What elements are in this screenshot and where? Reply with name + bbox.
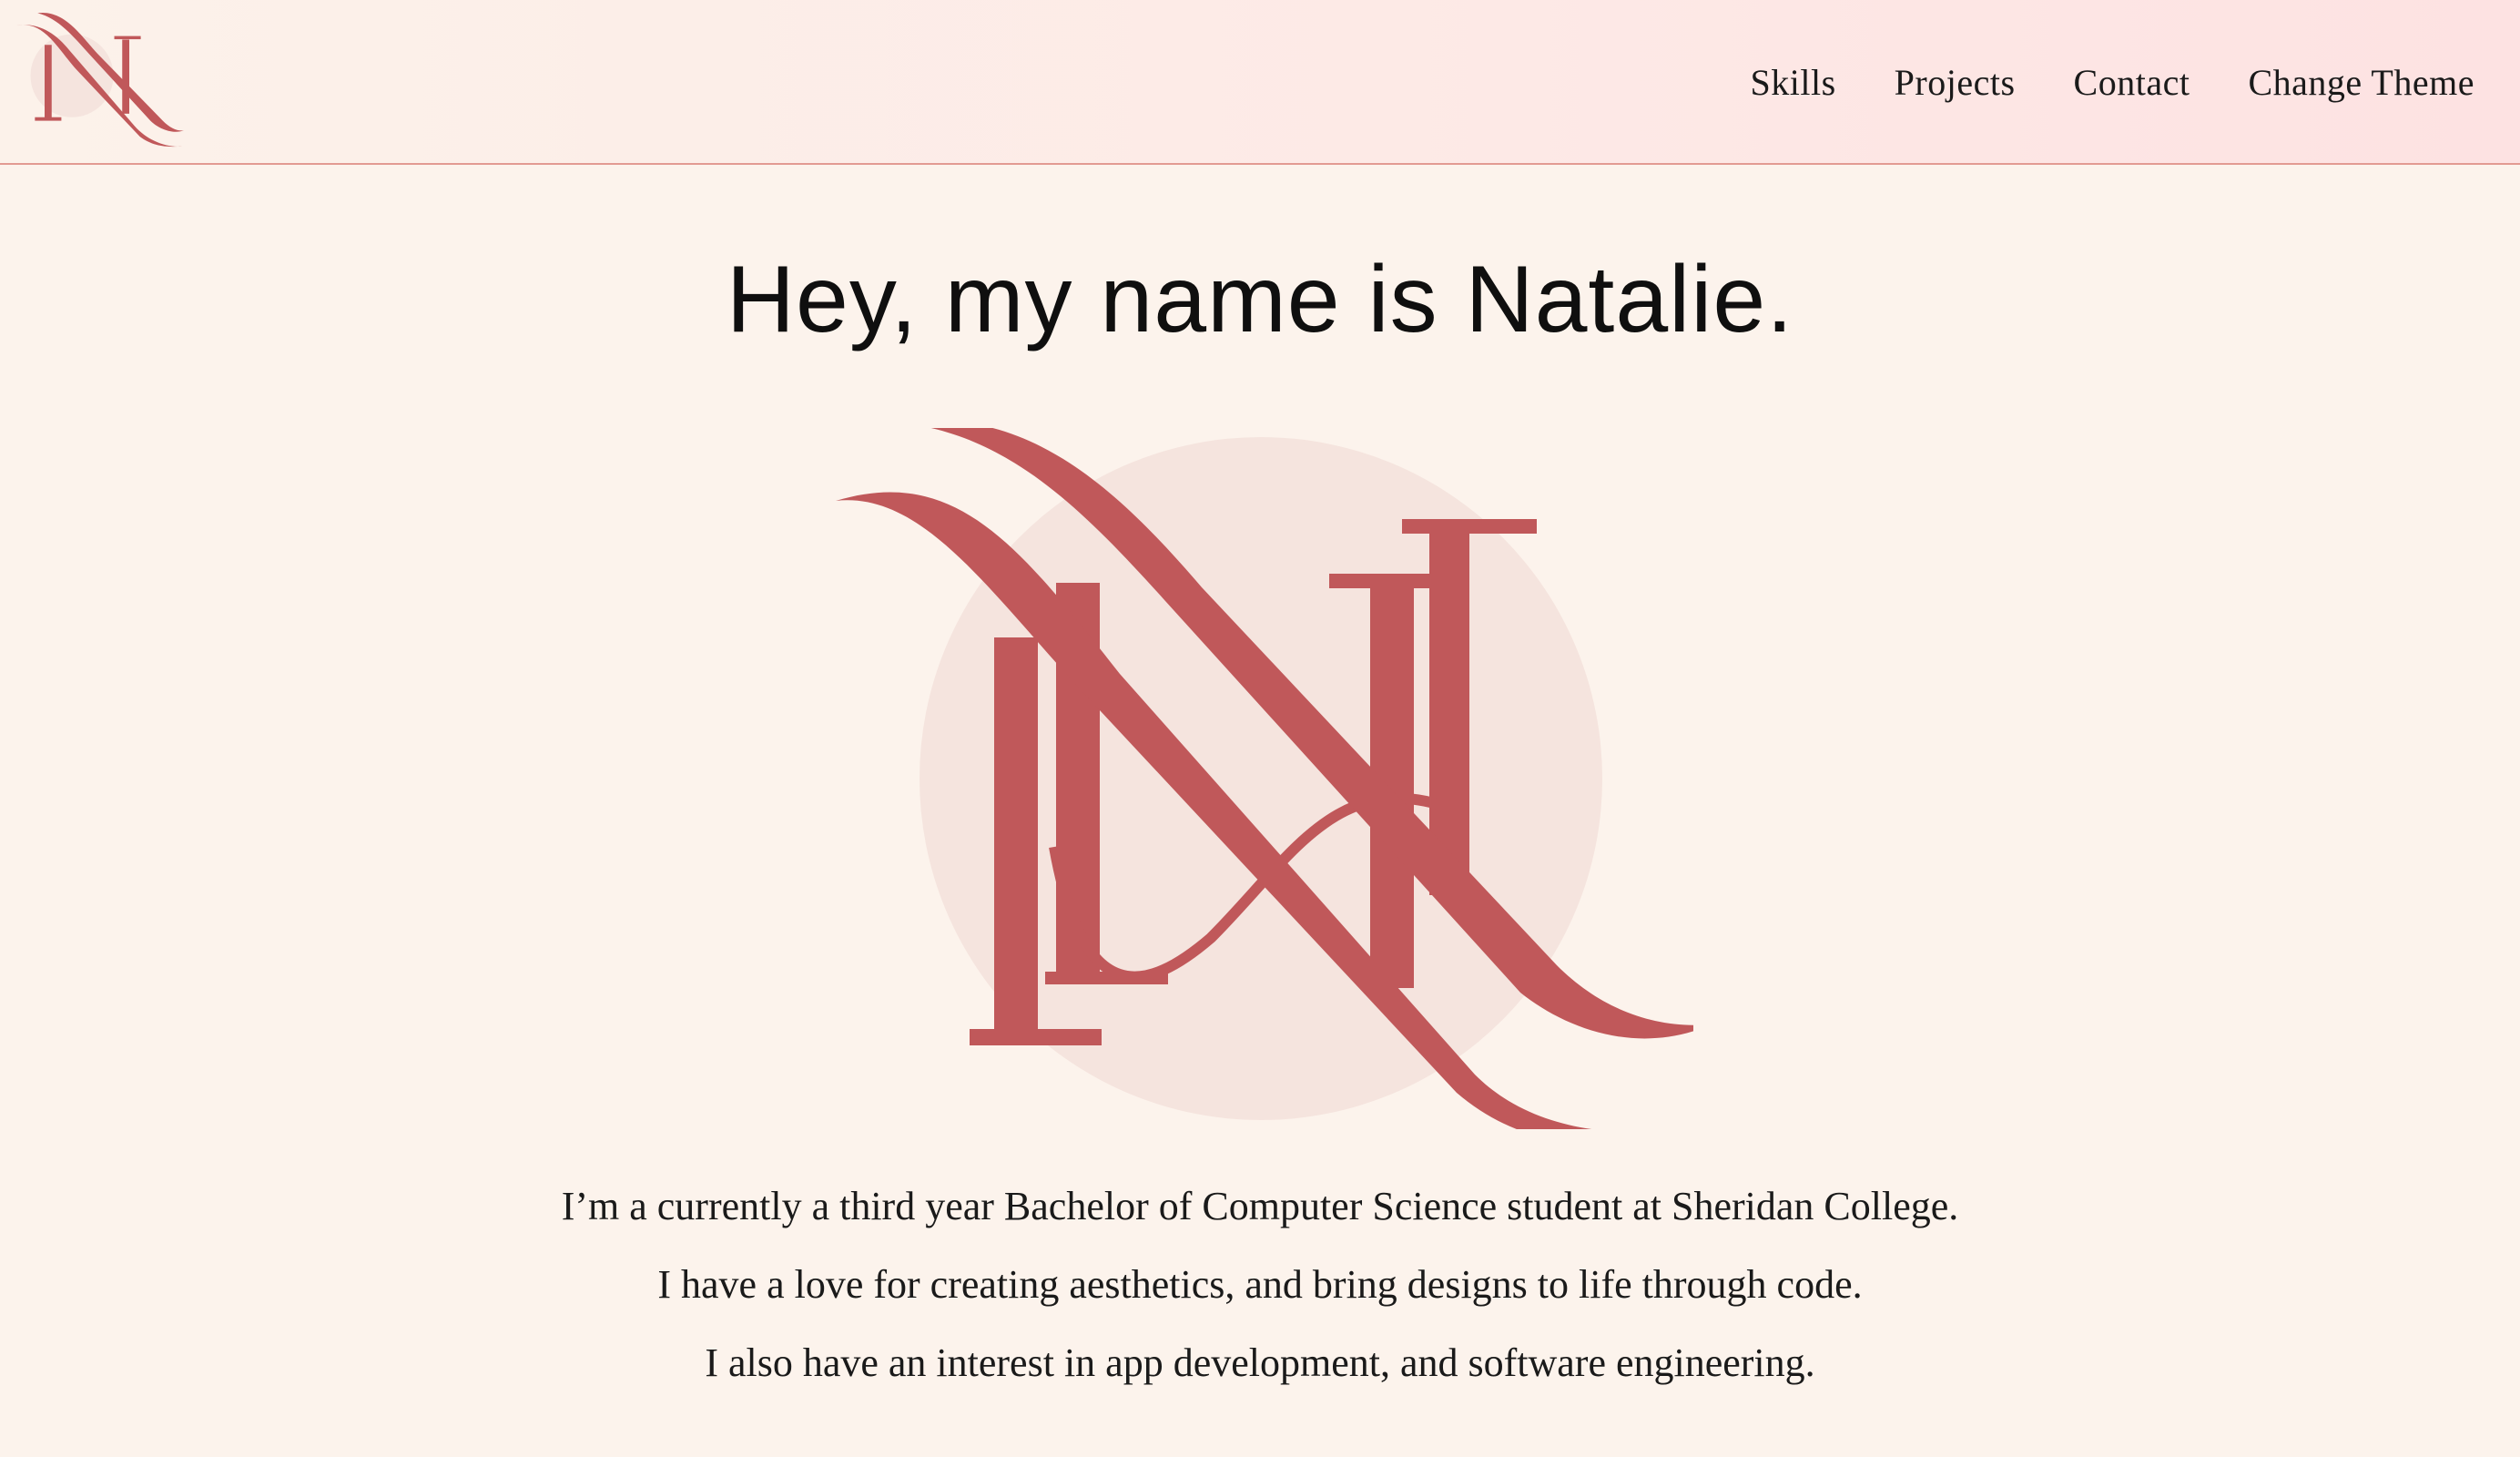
intro-line-3: I also have an interest in app developme…: [705, 1340, 1815, 1385]
main-nav: Skills Projects Contact Change Theme: [1692, 55, 2474, 109]
intro-text: I’m a currently a third year Bachelor of…: [0, 1167, 2520, 1402]
nav-change-theme-link[interactable]: Change Theme: [2248, 61, 2474, 104]
site-header: Skills Projects Contact Change Theme: [0, 0, 2520, 165]
page-title: Hey, my name is Natalie.: [726, 247, 1794, 352]
intro-line-2: I have a love for creating aesthetics, a…: [657, 1262, 1863, 1307]
intro-line-1: I’m a currently a third year Bachelor of…: [561, 1184, 1959, 1228]
monogram-n-logo-icon: [836, 428, 1693, 1129]
nav-skills-link[interactable]: Skills: [1751, 61, 1836, 104]
monogram-n-logo-icon[interactable]: [16, 13, 186, 149]
nav-projects-link[interactable]: Projects: [1895, 61, 2016, 104]
nav-contact-link[interactable]: Contact: [2074, 61, 2190, 104]
